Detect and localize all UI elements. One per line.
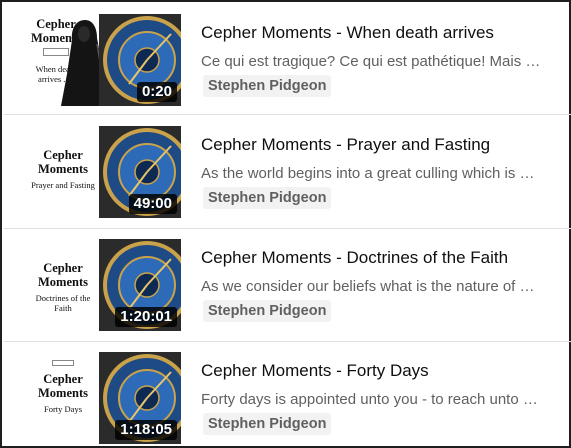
- thumbnail-caption: Cepher Moments Prayer and Fasting: [17, 126, 109, 218]
- thumbnail-caption: Cepher Moments Forty Days: [17, 352, 109, 444]
- video-list: Cepher Moments When death arrives . . . …: [0, 0, 571, 448]
- thumbnail-caption: Cepher Moments Doctrines of the Faith: [17, 239, 109, 331]
- channel-name[interactable]: Stephen Pidgeon: [203, 75, 332, 97]
- duration-badge: 49:00: [128, 194, 177, 214]
- duration-badge: 0:20: [136, 82, 177, 102]
- seal-icon: [52, 360, 74, 366]
- video-description: As we consider our beliefs what is the n…: [201, 278, 542, 295]
- video-thumbnail[interactable]: Cepher Moments Forty Days 1:18:05: [17, 352, 181, 444]
- video-description: As the world begins into a great culling…: [201, 165, 542, 182]
- video-title[interactable]: Cepher Moments - Forty Days: [201, 361, 561, 381]
- video-item[interactable]: Cepher Moments Prayer and Fasting 49:00 …: [4, 116, 571, 229]
- thumbnail-subtitle: Forty Days: [43, 404, 82, 414]
- duration-badge: 1:20:01: [115, 307, 177, 327]
- channel-name[interactable]: Stephen Pidgeon: [203, 187, 332, 209]
- video-item[interactable]: Cepher Moments When death arrives . . . …: [4, 4, 571, 115]
- thumbnail-subtitle: Prayer and Fasting: [31, 180, 95, 190]
- thumbnail-title: Cepher Moments: [38, 372, 88, 400]
- duration-badge: 1:18:05: [115, 420, 177, 440]
- video-thumbnail[interactable]: Cepher Moments Doctrines of the Faith 1:…: [17, 239, 181, 331]
- video-thumbnail[interactable]: Cepher Moments Prayer and Fasting 49:00: [17, 126, 181, 218]
- video-thumbnail[interactable]: Cepher Moments When death arrives . . . …: [17, 14, 181, 106]
- video-description: Forty days is appointed unto you - to re…: [201, 391, 542, 408]
- thumbnail-title: Cepher Moments: [38, 261, 88, 289]
- video-item[interactable]: Cepher Moments Forty Days 1:18:05 Cepher…: [4, 342, 571, 448]
- video-item[interactable]: Cepher Moments Doctrines of the Faith 1:…: [4, 229, 571, 342]
- thumbnail-title: Cepher Moments: [38, 148, 88, 176]
- channel-name[interactable]: Stephen Pidgeon: [203, 413, 332, 435]
- video-title[interactable]: Cepher Moments - When death arrives: [201, 23, 561, 43]
- channel-name[interactable]: Stephen Pidgeon: [203, 300, 332, 322]
- video-description: Ce qui est tragique? Ce qui est pathétiq…: [201, 53, 542, 70]
- video-title[interactable]: Cepher Moments - Doctrines of the Faith: [201, 248, 561, 268]
- video-title[interactable]: Cepher Moments - Prayer and Fasting: [201, 135, 561, 155]
- thumbnail-subtitle: Doctrines of the Faith: [35, 293, 91, 313]
